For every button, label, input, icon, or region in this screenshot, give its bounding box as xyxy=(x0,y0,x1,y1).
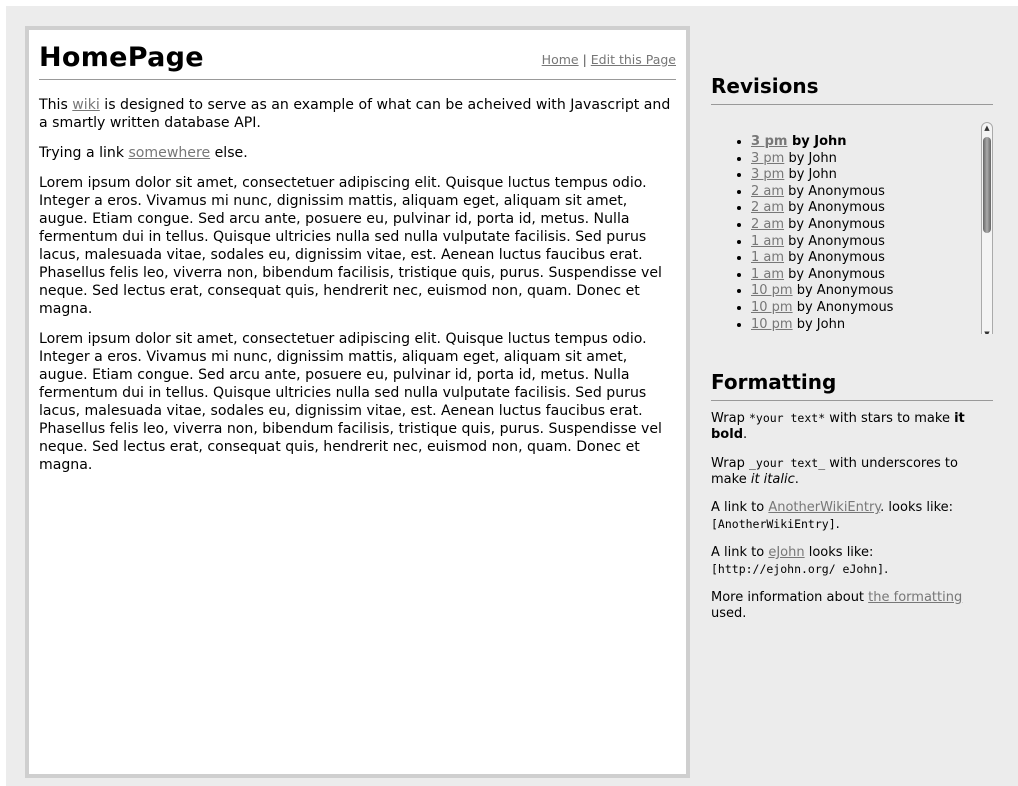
edit-page-link[interactable]: Edit this Page xyxy=(591,52,676,67)
revision-time-link[interactable]: 2 am xyxy=(751,217,784,232)
revisions-panel[interactable]: 3 pm by John3 pm by John3 pm by John2 am… xyxy=(711,114,993,334)
wikilink-help: A link to AnotherWikiEntry. looks like: … xyxy=(711,500,954,532)
revisions-list: 3 pm by John3 pm by John3 pm by John2 am… xyxy=(711,114,993,334)
home-link[interactable]: Home xyxy=(542,52,579,67)
revision-item: 3 pm by John xyxy=(751,167,993,184)
lorem-paragraph-2: Lorem ipsum dolor sit amet, consectetuer… xyxy=(39,331,662,473)
revision-item: 10 pm by Anonymous xyxy=(751,283,993,300)
revision-item: 3 pm by John xyxy=(751,134,993,151)
extlink-syntax: [http://ejohn.org/ eJohn] xyxy=(711,562,885,576)
revision-item: 3 pm by John xyxy=(751,151,993,168)
revision-time-link[interactable]: 2 am xyxy=(751,184,784,199)
revision-item: 2 am by Anonymous xyxy=(751,217,993,234)
formatting-help: Wrap *your text* with stars to make it b… xyxy=(711,410,993,622)
revision-time-link[interactable]: 10 pm xyxy=(751,283,793,298)
revision-time-link[interactable]: 2 am xyxy=(751,200,784,215)
italic-syntax: _your text_ xyxy=(748,456,826,470)
revision-author: by Anonymous xyxy=(784,200,885,216)
revisions-heading: Revisions xyxy=(711,72,993,105)
revision-author: by Anonymous xyxy=(784,183,885,199)
nav-separator: | xyxy=(578,52,591,67)
revision-time-link[interactable]: 3 pm xyxy=(751,151,784,166)
revision-author: by Anonymous xyxy=(784,216,885,232)
revision-author: by Anonymous xyxy=(784,266,885,282)
revision-author: by John xyxy=(793,333,845,334)
revision-author: by John xyxy=(792,316,846,332)
revision-author: by John xyxy=(784,167,837,183)
revision-time-link[interactable]: 1 am xyxy=(751,250,784,265)
ejohn-link[interactable]: eJohn xyxy=(768,545,804,560)
somewhere-link[interactable]: somewhere xyxy=(128,145,210,161)
more-info-help: More information about the formatting us… xyxy=(711,590,963,621)
page-header: HomePage Home | Edit this Page xyxy=(39,42,676,80)
scroll-up-arrow-icon[interactable]: ▲ xyxy=(982,123,992,133)
revision-item: 10 pm by John xyxy=(751,333,993,334)
revision-item: 10 pm by John xyxy=(751,317,993,334)
revision-author: by John xyxy=(784,150,837,166)
intro-paragraph: This wiki is designed to serve as an exa… xyxy=(39,97,671,131)
page-nav: Home | Edit this Page xyxy=(542,52,676,74)
formatting-heading: Formatting xyxy=(711,368,993,401)
main-page: HomePage Home | Edit this Page This wiki… xyxy=(25,26,690,778)
link-paragraph: Trying a link somewhere else. xyxy=(39,145,248,161)
revision-item: 1 am by Anonymous xyxy=(751,267,993,284)
revision-time-link[interactable]: 1 am xyxy=(751,267,784,282)
page-title: HomePage xyxy=(39,42,204,73)
revision-time-link[interactable]: 3 pm xyxy=(751,134,787,149)
page-content: This wiki is designed to serve as an exa… xyxy=(39,80,676,474)
revision-item: 2 am by Anonymous xyxy=(751,200,993,217)
italic-help: Wrap _your text_ with underscores to mak… xyxy=(711,456,958,487)
italic-example: it italic xyxy=(750,472,795,487)
revision-item: 2 am by Anonymous xyxy=(751,184,993,201)
lorem-paragraph-1: Lorem ipsum dolor sit amet, consectetuer… xyxy=(39,175,662,317)
revision-author: by John xyxy=(787,134,847,149)
revision-time-link[interactable]: 10 pm xyxy=(751,333,793,334)
revision-item: 10 pm by Anonymous xyxy=(751,300,993,317)
formatting-info-link[interactable]: the formatting xyxy=(868,590,962,605)
revision-item: 1 am by Anonymous xyxy=(751,234,993,251)
scroll-down-arrow-icon[interactable]: ▼ xyxy=(982,329,992,334)
revision-author: by Anonymous xyxy=(792,283,894,299)
revision-time-link[interactable]: 3 pm xyxy=(751,167,784,182)
bold-syntax: *your text* xyxy=(748,411,826,425)
wikilink-syntax: [AnotherWikiEntry] xyxy=(711,517,836,531)
scroll-thumb[interactable] xyxy=(983,137,991,233)
sidebar: Revisions 3 pm by John3 pm by John3 pm b… xyxy=(711,72,993,634)
revision-author: by Anonymous xyxy=(792,299,894,315)
bold-help: Wrap *your text* with stars to make it b… xyxy=(711,411,965,442)
revision-item: 1 am by Anonymous xyxy=(751,250,993,267)
revision-time-link[interactable]: 1 am xyxy=(751,234,784,249)
wiki-link[interactable]: wiki xyxy=(72,97,100,113)
another-wiki-entry-link[interactable]: AnotherWikiEntry xyxy=(768,500,880,515)
revision-author: by Anonymous xyxy=(784,233,885,249)
revision-time-link[interactable]: 10 pm xyxy=(751,300,793,315)
revision-author: by Anonymous xyxy=(784,250,885,266)
revision-time-link[interactable]: 10 pm xyxy=(751,317,793,332)
revisions-scrollbar[interactable]: ▲ ▼ xyxy=(981,122,993,334)
extlink-help: A link to eJohn looks like: [http://ejoh… xyxy=(711,545,889,577)
